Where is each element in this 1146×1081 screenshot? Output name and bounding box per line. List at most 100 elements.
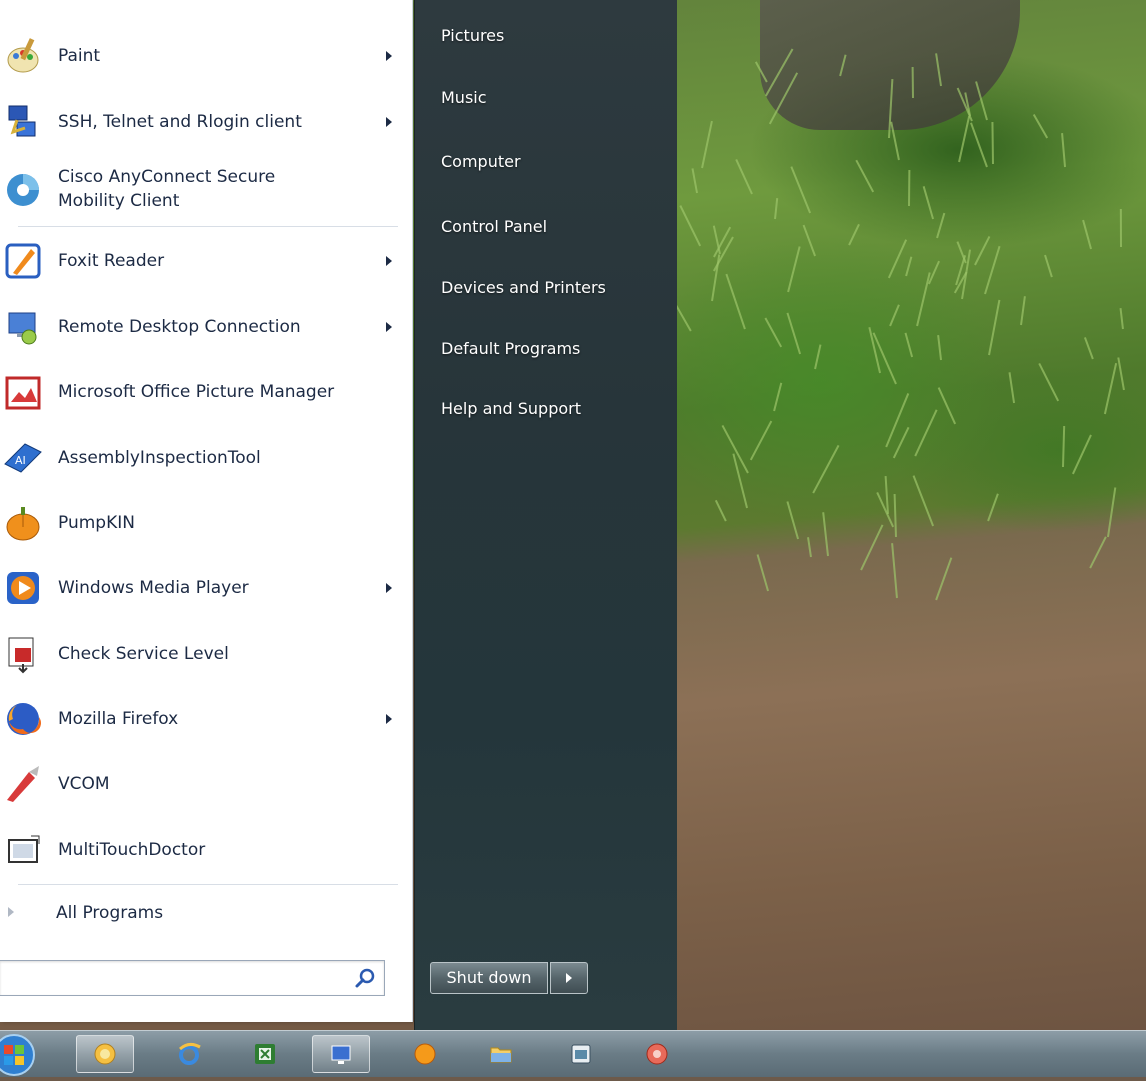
program-label-check-service-level: Check Service Level bbox=[58, 644, 229, 664]
submenu-arrow-icon bbox=[386, 322, 392, 332]
grass-blade bbox=[790, 166, 811, 214]
program-label-ssh-client: SSH, Telnet and Rlogin client bbox=[58, 112, 302, 132]
grass-blade bbox=[1061, 426, 1065, 468]
search-input[interactable] bbox=[0, 960, 385, 996]
grass-blade bbox=[891, 542, 899, 599]
grass-blade bbox=[922, 186, 934, 220]
grass-blade bbox=[786, 245, 801, 293]
grass-blade bbox=[912, 475, 934, 527]
grass-blade bbox=[937, 386, 956, 424]
grass-blade bbox=[764, 317, 782, 348]
media-player-icon bbox=[2, 567, 44, 609]
submenu-arrow-icon bbox=[386, 256, 392, 266]
grass-blade bbox=[1104, 363, 1118, 414]
submenu-arrow-icon bbox=[386, 117, 392, 127]
program-label-pumpkin: PumpKIN bbox=[58, 513, 135, 533]
grass-blade bbox=[1044, 255, 1054, 279]
start-menu: Paint SSH, Telnet and Rlogin client Cisc… bbox=[0, 0, 677, 1030]
start-button[interactable] bbox=[0, 1033, 42, 1077]
program-item-multitouchdoctor[interactable]: MultiTouchDoctor bbox=[0, 821, 408, 879]
program-item-vcom[interactable]: VCOM bbox=[0, 755, 408, 813]
all-programs-label: All Programs bbox=[56, 903, 164, 923]
shutdown-group: Shut down bbox=[430, 962, 588, 994]
taskbar-button-excel[interactable] bbox=[236, 1035, 294, 1073]
all-programs-arrow-icon bbox=[8, 907, 14, 917]
grass-blade bbox=[1119, 208, 1122, 247]
vcom-icon bbox=[2, 763, 44, 805]
right-item-help-support[interactable]: Help and Support bbox=[441, 399, 581, 418]
program-label-paint: Paint bbox=[58, 46, 101, 66]
right-item-music[interactable]: Music bbox=[441, 88, 487, 107]
app-window-icon bbox=[571, 1044, 591, 1064]
grass-blade bbox=[956, 241, 967, 264]
taskbar-button-orange-app[interactable] bbox=[396, 1035, 454, 1073]
grass-blade bbox=[987, 493, 999, 522]
grass-blade bbox=[814, 344, 822, 370]
taskbar-button-remote-desktop[interactable] bbox=[312, 1035, 370, 1073]
foxit-reader-icon bbox=[2, 240, 44, 282]
taskbar-button-explorer[interactable] bbox=[76, 1035, 134, 1073]
assembly-tool-icon: AI bbox=[2, 437, 44, 479]
program-label-remote-desktop: Remote Desktop Connection bbox=[58, 317, 301, 337]
program-item-ssh-client[interactable]: SSH, Telnet and Rlogin client bbox=[0, 93, 408, 151]
grass-blade bbox=[1032, 114, 1048, 139]
grass-blade bbox=[811, 444, 840, 494]
right-item-devices-printers[interactable]: Devices and Printers bbox=[441, 278, 606, 297]
internet-explorer-icon bbox=[179, 1042, 201, 1065]
program-item-paint[interactable]: Paint bbox=[0, 27, 408, 85]
service-level-icon bbox=[2, 633, 44, 675]
grass-blade bbox=[889, 304, 901, 327]
firefox-icon bbox=[2, 698, 44, 740]
windows-explorer-icon bbox=[94, 1043, 116, 1065]
grass-blade bbox=[1008, 372, 1015, 404]
program-item-media-player[interactable]: Windows Media Player bbox=[0, 559, 408, 617]
picture-manager-icon bbox=[2, 371, 44, 413]
taskbar-button-app-window[interactable] bbox=[552, 1035, 610, 1073]
separator bbox=[18, 226, 398, 227]
grass-blade bbox=[935, 557, 953, 601]
grass-blade bbox=[884, 392, 909, 448]
orange-app-icon bbox=[414, 1043, 436, 1065]
search-icon[interactable] bbox=[354, 967, 376, 989]
program-item-foxit-reader[interactable]: Foxit Reader bbox=[0, 232, 408, 290]
right-item-pictures[interactable]: Pictures bbox=[441, 26, 504, 45]
program-item-pumpkin[interactable]: PumpKIN bbox=[0, 494, 408, 552]
pumpkin-icon bbox=[2, 502, 44, 544]
program-label-vcom: VCOM bbox=[58, 774, 110, 794]
program-item-picture-manager[interactable]: Microsoft Office Picture Manager bbox=[0, 363, 408, 421]
grass-blade bbox=[958, 115, 971, 163]
right-item-control-panel[interactable]: Control Panel bbox=[441, 217, 547, 236]
all-programs-button[interactable]: All Programs bbox=[0, 891, 408, 935]
grass-blade bbox=[1060, 132, 1066, 167]
program-item-firefox[interactable]: Mozilla Firefox bbox=[0, 690, 408, 748]
separator bbox=[18, 884, 398, 885]
grass-blade bbox=[1089, 536, 1107, 569]
grass-blade bbox=[914, 409, 938, 458]
shutdown-options-button[interactable] bbox=[550, 962, 588, 994]
grass-blade bbox=[905, 256, 913, 277]
taskbar-button-ie[interactable] bbox=[160, 1035, 218, 1073]
program-item-cisco-anyconnect[interactable]: Cisco AnyConnect Secure Mobility Client bbox=[0, 157, 408, 221]
grass-blade bbox=[735, 159, 754, 195]
taskbar-button-red-app[interactable] bbox=[628, 1035, 686, 1073]
submenu-arrow-icon bbox=[386, 714, 392, 724]
grass-blade bbox=[772, 382, 783, 412]
program-item-check-service-level[interactable]: Check Service Level bbox=[0, 625, 408, 683]
grass-blade bbox=[1037, 363, 1059, 402]
shutdown-button[interactable]: Shut down bbox=[430, 962, 548, 994]
grass-blade bbox=[691, 167, 699, 193]
grass-blade bbox=[970, 122, 989, 168]
grass-blade bbox=[1119, 307, 1124, 330]
program-item-assembly-tool[interactable]: AI AssemblyInspectionTool bbox=[0, 429, 408, 487]
taskbar-button-folder[interactable] bbox=[472, 1035, 530, 1073]
grass-blade bbox=[679, 205, 701, 247]
right-item-computer[interactable]: Computer bbox=[441, 152, 521, 171]
grass-blade bbox=[1019, 296, 1026, 326]
right-item-default-programs[interactable]: Default Programs bbox=[441, 339, 580, 358]
remote-desktop-icon bbox=[2, 306, 44, 348]
program-item-remote-desktop[interactable]: Remote Desktop Connection bbox=[0, 298, 408, 356]
grass-blade bbox=[893, 427, 910, 459]
windows-logo-icon bbox=[0, 1034, 35, 1076]
grass-blade bbox=[1107, 487, 1117, 538]
program-label-multitouchdoctor: MultiTouchDoctor bbox=[58, 840, 206, 860]
